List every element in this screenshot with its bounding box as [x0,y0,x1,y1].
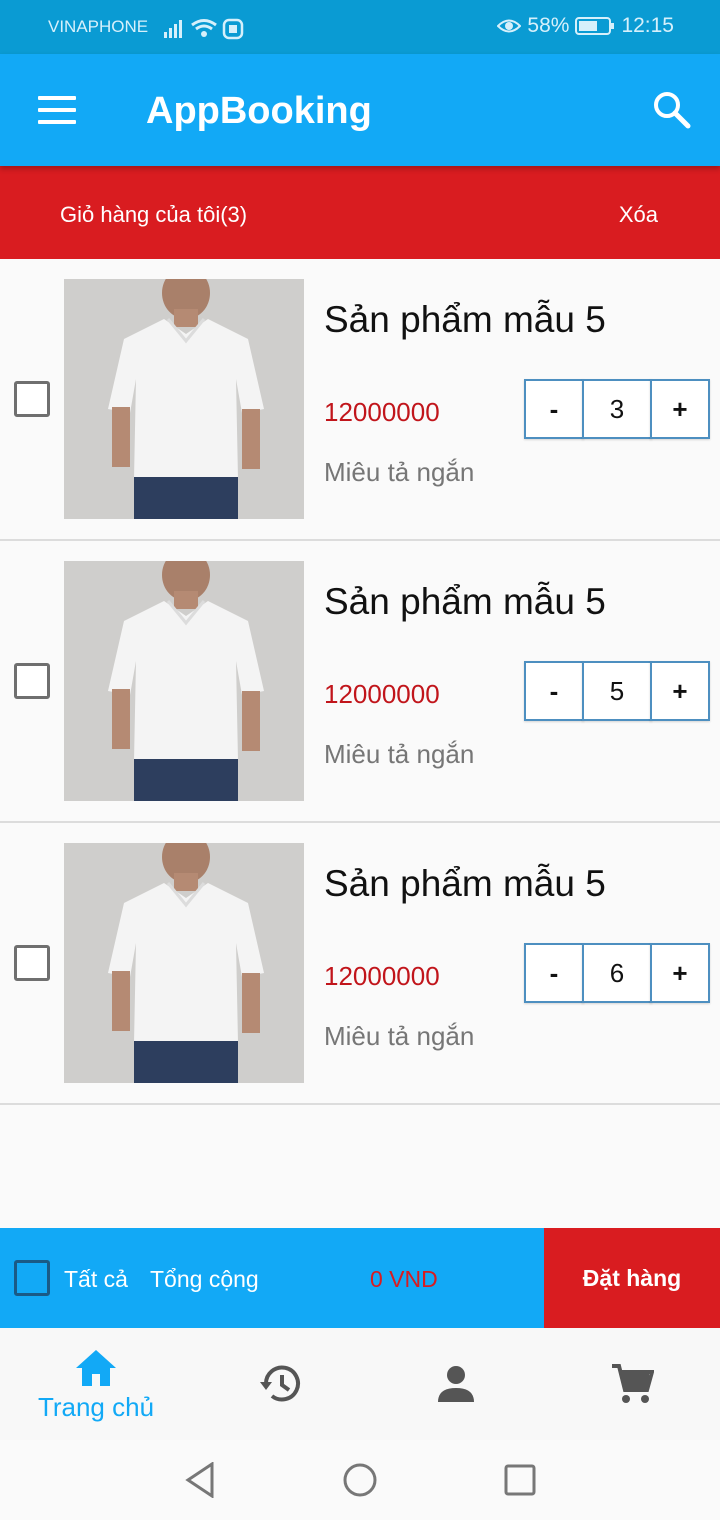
cart-icon [612,1364,654,1403]
product-price: 12000000 [324,679,440,709]
total-label: Tổng cộng [150,1266,259,1292]
battery-icon [575,17,615,35]
place-order-button[interactable]: Đặt hàng [544,1228,720,1328]
account-icon [438,1366,474,1402]
status-right: 58% 12:15 [497,14,674,38]
quantity-stepper: - 3 + [524,379,714,439]
nav-home-label: Trang chủ [37,1392,155,1422]
battery-percent: 58% [527,14,570,37]
increase-button[interactable]: + [650,943,710,1003]
cart-title: Giỏ hàng của tôi(3) [60,202,248,227]
home-button-icon[interactable] [342,1462,378,1498]
screen: VINAPHONE 58% 12:15 AppBooking Giỏ hàng … [0,0,720,1520]
product-price: 12000000 [324,961,440,991]
nav-home[interactable]: Trang chủ [30,1328,162,1440]
app-title: AppBooking [146,90,372,132]
menu-icon[interactable] [38,96,76,124]
back-icon[interactable] [184,1462,216,1498]
delete-button[interactable]: Xóa [619,202,658,228]
cart-list: Sản phẩm mẫu 5 12000000 Miêu tả ngắn - 3… [0,259,720,1105]
bottom-navigation: Trang chủ [0,1328,720,1440]
product-description: Miêu tả ngắn [324,457,475,487]
system-navigation [0,1440,720,1520]
decrease-button[interactable]: - [524,379,584,439]
product-price: 12000000 [324,397,440,427]
quantity-value[interactable]: 3 [582,379,652,439]
quantity-value[interactable]: 5 [582,661,652,721]
decrease-button[interactable]: - [524,943,584,1003]
quantity-stepper: - 5 + [524,661,714,721]
product-image [64,279,304,519]
search-icon[interactable] [652,90,692,130]
quantity-value[interactable]: 6 [582,943,652,1003]
recent-apps-icon[interactable] [504,1464,536,1496]
clock: 12:15 [621,14,674,37]
product-name: Sản phẩm mẫu 5 [324,299,606,340]
cart-item: Sản phẩm mẫu 5 12000000 Miêu tả ngắn - 6… [0,823,720,1105]
cart-header: Giỏ hàng của tôi(3) Xóa [0,166,720,259]
decrease-button[interactable]: - [524,661,584,721]
cart-item: Sản phẩm mẫu 5 12000000 Miêu tả ngắn - 5… [0,541,720,823]
nav-cart[interactable] [592,1328,672,1440]
home-icon [76,1350,116,1386]
signal-wifi-icons [162,16,248,45]
item-checkbox[interactable] [14,381,50,417]
cart-summary-bar: Tất cả Tổng cộng 0 VND Đặt hàng [0,1228,720,1328]
cart-item: Sản phẩm mẫu 5 12000000 Miêu tả ngắn - 3… [0,259,720,541]
nav-history[interactable] [240,1328,320,1440]
select-all-label[interactable]: Tất cả [64,1266,128,1293]
eye-icon [497,19,522,33]
product-description: Miêu tả ngắn [324,1021,475,1051]
increase-button[interactable]: + [650,379,710,439]
app-bar: AppBooking [0,54,720,166]
product-image [64,843,304,1083]
product-description: Miêu tả ngắn [324,739,475,769]
history-icon [260,1365,300,1402]
quantity-stepper: - 6 + [524,943,714,1003]
product-image [64,561,304,801]
item-checkbox[interactable] [14,663,50,699]
item-checkbox[interactable] [14,945,50,981]
select-all-checkbox[interactable] [14,1260,50,1296]
total-value: 0 VND [370,1266,438,1292]
product-name: Sản phẩm mẫu 5 [324,581,606,622]
product-name: Sản phẩm mẫu 5 [324,863,606,904]
carrier-name: VINAPHONE [48,17,149,36]
status-bar: VINAPHONE 58% 12:15 [0,0,720,54]
nav-account[interactable] [416,1328,496,1440]
increase-button[interactable]: + [650,661,710,721]
